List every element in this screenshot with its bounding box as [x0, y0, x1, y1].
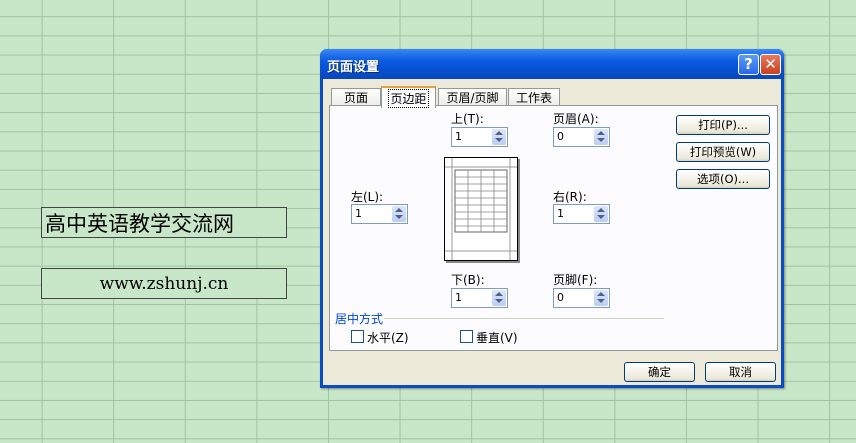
horizontal-checkbox-label: 水平(Z)	[367, 331, 409, 345]
print-preview-button-label: 打印预览(W)	[689, 145, 757, 159]
right-margin-value: 1	[557, 207, 564, 220]
ok-button[interactable]: 确定	[624, 362, 695, 382]
top-margin-spinner[interactable]: 1	[451, 127, 508, 147]
cancel-button[interactable]: 取消	[705, 362, 776, 382]
page-setup-dialog: 页面设置 ? ✕ 页面 页边距 页眉/页脚 工作表 上(T): 1 页眉(A):…	[320, 49, 784, 388]
bottom-margin-value: 1	[455, 291, 462, 304]
footer-margin-value: 0	[557, 291, 564, 304]
spinner-arrows-icon[interactable]	[594, 206, 608, 222]
print-preview-button[interactable]: 打印预览(W)	[676, 142, 770, 162]
textbox-site-title: 高中英语教学交流网	[41, 207, 287, 238]
options-button-label: 选项(O)...	[697, 172, 749, 186]
tab-header-footer[interactable]: 页眉/页脚	[438, 88, 507, 106]
bottom-margin-label: 下(B):	[451, 273, 485, 287]
vertical-checkbox[interactable]	[460, 330, 473, 343]
footer-margin-label: 页脚(F):	[553, 273, 598, 287]
ok-button-label: 确定	[648, 365, 671, 379]
margins-panel: 上(T): 1 页眉(A): 0 左(L): 1 右(R): 1 下(B): 1…	[329, 105, 778, 351]
header-margin-value: 0	[557, 130, 564, 143]
top-margin-value: 1	[455, 130, 462, 143]
horizontal-checkbox[interactable]	[351, 330, 364, 343]
left-margin-value: 1	[355, 207, 362, 220]
spinner-arrows-icon[interactable]	[594, 290, 608, 306]
spinner-arrows-icon[interactable]	[492, 129, 506, 145]
page-preview	[444, 157, 518, 261]
left-margin-spinner[interactable]: 1	[351, 204, 408, 224]
header-margin-label: 页眉(A):	[553, 112, 599, 126]
right-margin-spinner[interactable]: 1	[553, 204, 610, 224]
print-button[interactable]: 打印(P)...	[676, 115, 770, 135]
help-icon: ?	[744, 55, 753, 73]
right-margin-label: 右(R):	[553, 190, 587, 204]
tab-header-footer-label: 页眉/页脚	[446, 91, 499, 105]
cancel-button-label: 取消	[729, 365, 752, 379]
site-url-text: www.zshunj.cn	[99, 273, 229, 294]
top-margin-label: 上(T):	[451, 112, 484, 126]
tab-margins-label: 页边距	[388, 88, 429, 108]
spinner-arrows-icon[interactable]	[492, 290, 506, 306]
header-margin-spinner[interactable]: 0	[553, 127, 610, 147]
page-preview-grid-icon	[445, 158, 517, 260]
spinner-arrows-icon[interactable]	[392, 206, 406, 222]
tab-sheet[interactable]: 工作表	[508, 88, 560, 106]
close-icon: ✕	[764, 55, 777, 73]
vertical-checkbox-label: 垂直(V)	[476, 331, 518, 345]
dialog-client-area: 页面 页边距 页眉/页脚 工作表 上(T): 1 页眉(A): 0 左(L):	[323, 79, 781, 385]
left-margin-label: 左(L):	[351, 190, 384, 204]
tab-margins[interactable]: 页边距	[381, 86, 436, 108]
print-button-label: 打印(P)...	[698, 118, 748, 132]
center-group-label: 居中方式	[335, 312, 384, 326]
spinner-arrows-icon[interactable]	[594, 129, 608, 145]
tab-sheet-label: 工作表	[515, 91, 552, 105]
tab-page[interactable]: 页面	[331, 88, 381, 106]
tab-page-label: 页面	[343, 91, 368, 105]
textbox-site-url: www.zshunj.cn	[41, 268, 287, 299]
bottom-margin-spinner[interactable]: 1	[451, 288, 508, 308]
group-divider	[384, 318, 664, 319]
dialog-titlebar[interactable]: 页面设置 ? ✕	[320, 49, 784, 79]
close-button[interactable]: ✕	[760, 54, 781, 75]
help-button[interactable]: ?	[738, 54, 759, 75]
site-title-text: 高中英语教学交流网	[45, 211, 234, 236]
dialog-title: 页面设置	[327, 60, 380, 75]
footer-margin-spinner[interactable]: 0	[553, 288, 610, 308]
options-button[interactable]: 选项(O)...	[676, 169, 770, 189]
